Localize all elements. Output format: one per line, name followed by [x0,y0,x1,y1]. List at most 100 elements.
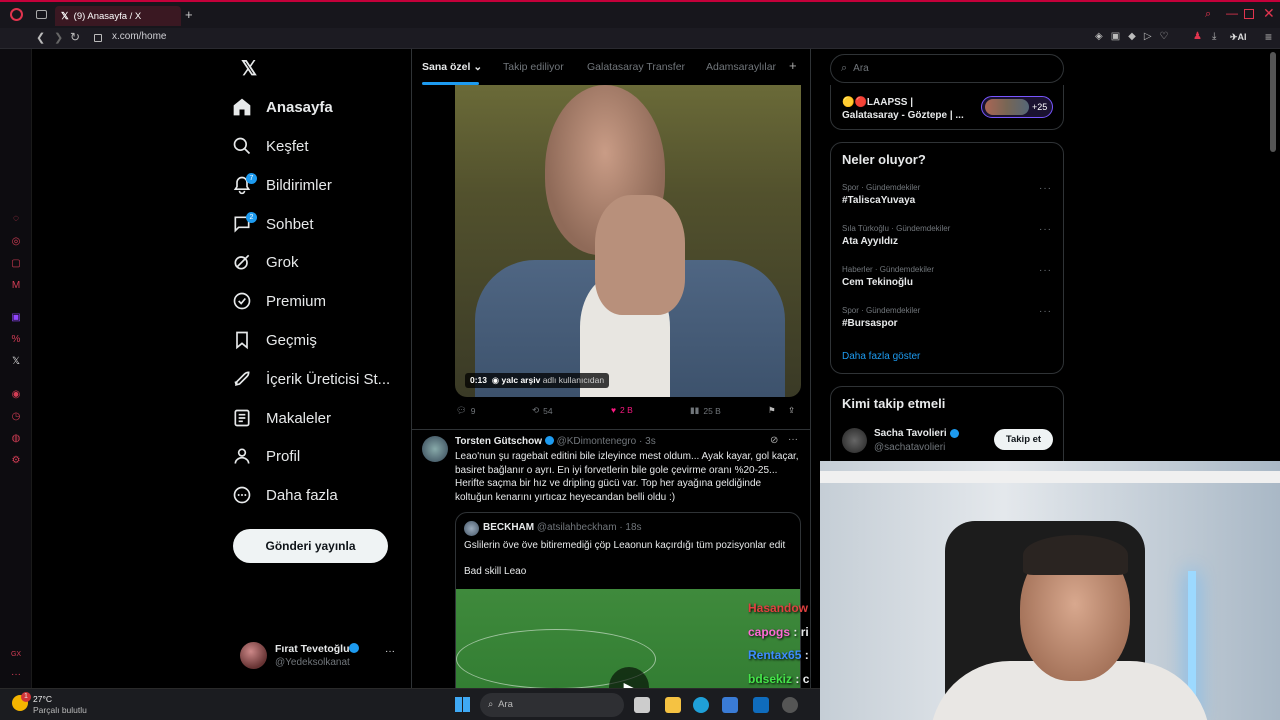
tweet-handle[interactable]: @KDimontenegro [557,436,637,447]
avatar[interactable] [842,428,867,453]
mail-icon[interactable]: M [10,280,22,292]
space-listeners[interactable]: +25 [981,96,1053,118]
extensions-icons[interactable]: ◈▣◆▷♡ [1095,31,1176,42]
percent-icon[interactable]: % [10,334,22,346]
maximize-button[interactable] [1244,9,1254,19]
quote-text-line2: Bad skill Leao [464,566,527,577]
tweet-author[interactable]: Torsten Gütschow [455,436,542,447]
store-icon[interactable] [722,697,738,713]
whatsapp-icon[interactable]: ◍ [10,433,22,445]
more-dots-icon[interactable]: ··· [1039,306,1052,317]
twitch-icon[interactable]: ▣ [10,312,22,324]
suggest-name[interactable]: Sacha Tavolieri [874,428,947,439]
close-window-button[interactable]: ✕ [1263,5,1275,22]
taskbar-search[interactable]: ⌕ Ara [480,693,624,717]
player-icon[interactable]: ◉ [10,389,22,401]
nav-grok[interactable]: Grok [232,247,299,277]
weather-temp: 27°C [33,694,52,704]
post-button[interactable]: Gönderi yayınla [233,529,388,563]
show-more-link[interactable]: Daha fazla göster [842,351,920,362]
trend-item[interactable]: Spor · Gündemdekiler #Bursaspor ··· [842,306,1052,329]
instagram-icon[interactable]: ▢ [10,258,22,270]
gx-icon[interactable]: GX [10,649,22,661]
nav-label: Sohbet [266,215,314,233]
video-frame-hand [595,195,685,315]
edge-icon[interactable] [693,697,709,713]
more-sidebar-icon[interactable]: ··· [10,669,22,681]
avatar[interactable] [422,436,448,462]
video-source-user[interactable]: yalc arşiv [502,375,541,385]
nav-notifications[interactable]: 7 Bildirimler [232,170,332,200]
tab-adamsaraylilar[interactable]: Adamsaraylılar [706,61,776,73]
nav-more[interactable]: Daha fazla [232,480,338,510]
trend-item[interactable]: Spor · Gündemdekiler #TaliscaYuvaya ··· [842,183,1052,206]
nav-explore[interactable]: Keşfet [232,131,309,161]
tab-galatasaray-transfer[interactable]: Galatasaray Transfer [587,61,685,73]
reply-action[interactable]: 💬︎ 9 [456,405,476,416]
workspaces-icon[interactable] [36,10,47,19]
account-switcher[interactable]: Fırat Tevetoğlu @Yedeksolkanat ··· [240,640,400,672]
nav-profile[interactable]: Profil [232,441,300,471]
bookmark-action[interactable]: ⚑ [768,405,776,416]
grok-analyze-icon[interactable]: ⊘ [770,435,778,446]
like-action[interactable]: ♥ 2 B [611,405,633,415]
bookmark-icon [236,331,248,350]
nav-premium[interactable]: Premium [232,286,326,316]
outlook-icon[interactable] [753,697,769,713]
share-action[interactable]: ⇪ [788,405,795,416]
video-player[interactable]: 0:13 ◉ yalc arşiv adlı kullanıcıdan [455,85,801,397]
x-logo-icon[interactable]: 𝕏 [241,56,257,81]
views-action[interactable]: ▮▮ 25 B [690,405,721,416]
more-dots-icon[interactable]: ··· [385,646,395,657]
nav-bookmarks[interactable]: Geçmiş [232,325,317,355]
reply-count: 9 [470,405,476,416]
history-icon[interactable]: ◷ [10,411,22,423]
download-icon[interactable]: ⤓ [1212,31,1216,42]
chat-line: Hasandow [748,597,828,621]
more-dots-icon[interactable]: ··· [1039,224,1052,235]
ai-sidebar-icon[interactable]: ◌ [10,213,22,225]
reload-button[interactable]: ↻ [70,30,80,44]
add-tab-icon[interactable]: + [789,58,797,73]
more-dots-icon[interactable]: ··· [788,434,798,445]
trend-name: Cem Tekinoğlu [842,277,913,288]
app-icon[interactable] [782,697,798,713]
grok-icon [234,254,250,270]
trend-meta: Spor · Gündemdekiler [842,183,921,192]
account-icon[interactable]: ♟ [1193,31,1202,42]
messenger-icon[interactable]: ◎ [10,236,22,248]
page-scrollbar[interactable] [1270,52,1276,152]
opera-logo-icon[interactable] [10,8,23,21]
nav-articles[interactable]: Makaleler [232,403,331,433]
trend-item[interactable]: Haberler · Gündemdekiler Cem Tekinoğlu ·… [842,265,1052,288]
settings-icon[interactable]: ⚙ [10,455,22,467]
windows-start-icon[interactable] [455,697,470,712]
trend-item[interactable]: Sıla Türkoğlu · Gündemdekiler Ata Ayyıld… [842,224,1052,247]
new-tab-button[interactable]: + [185,7,193,22]
spaces-card[interactable]: 🟡🔴LAAPSS | Galatasaray - Göztepe | ... +… [830,85,1064,130]
tab-for-you[interactable]: Sana özel ⌄ [422,61,482,73]
tab-following[interactable]: Takip ediliyor [503,61,564,73]
browser-tab-active[interactable]: 𝕏 (9) Anasayfa / X [55,6,181,26]
nav-chat[interactable]: 2 Sohbet [232,209,314,239]
back-button[interactable]: ❮ [36,31,45,44]
search-input[interactable]: ⌕ Ara [830,54,1064,83]
more-dots-icon[interactable]: ··· [1039,183,1052,194]
forward-button[interactable]: ❯ [54,31,63,44]
tab-label: Sana özel [422,61,471,73]
nav-creator-studio[interactable]: İçerik Üreticisi St... [232,364,390,394]
taskbar-search-label: Ara [498,699,513,710]
follow-button[interactable]: Takip et [994,429,1053,450]
search-tabs-icon[interactable]: ⌕ [1205,8,1211,21]
file-explorer-icon[interactable] [665,697,681,713]
menu-icon[interactable]: ≡ [1265,30,1272,44]
minimize-button[interactable]: — [1226,6,1238,20]
url-field[interactable]: x.com/home [112,31,166,42]
retweet-action[interactable]: ⟲ 54 [532,405,553,416]
more-dots-icon[interactable]: ··· [1039,265,1052,276]
x-sidebar-icon[interactable]: 𝕏 [10,356,22,368]
ai-button[interactable]: ✈AI [1230,32,1247,43]
task-view-icon[interactable] [634,697,650,713]
nav-home[interactable]: Anasayfa [232,92,333,122]
chevron-down-icon: ⌄ [473,61,483,73]
